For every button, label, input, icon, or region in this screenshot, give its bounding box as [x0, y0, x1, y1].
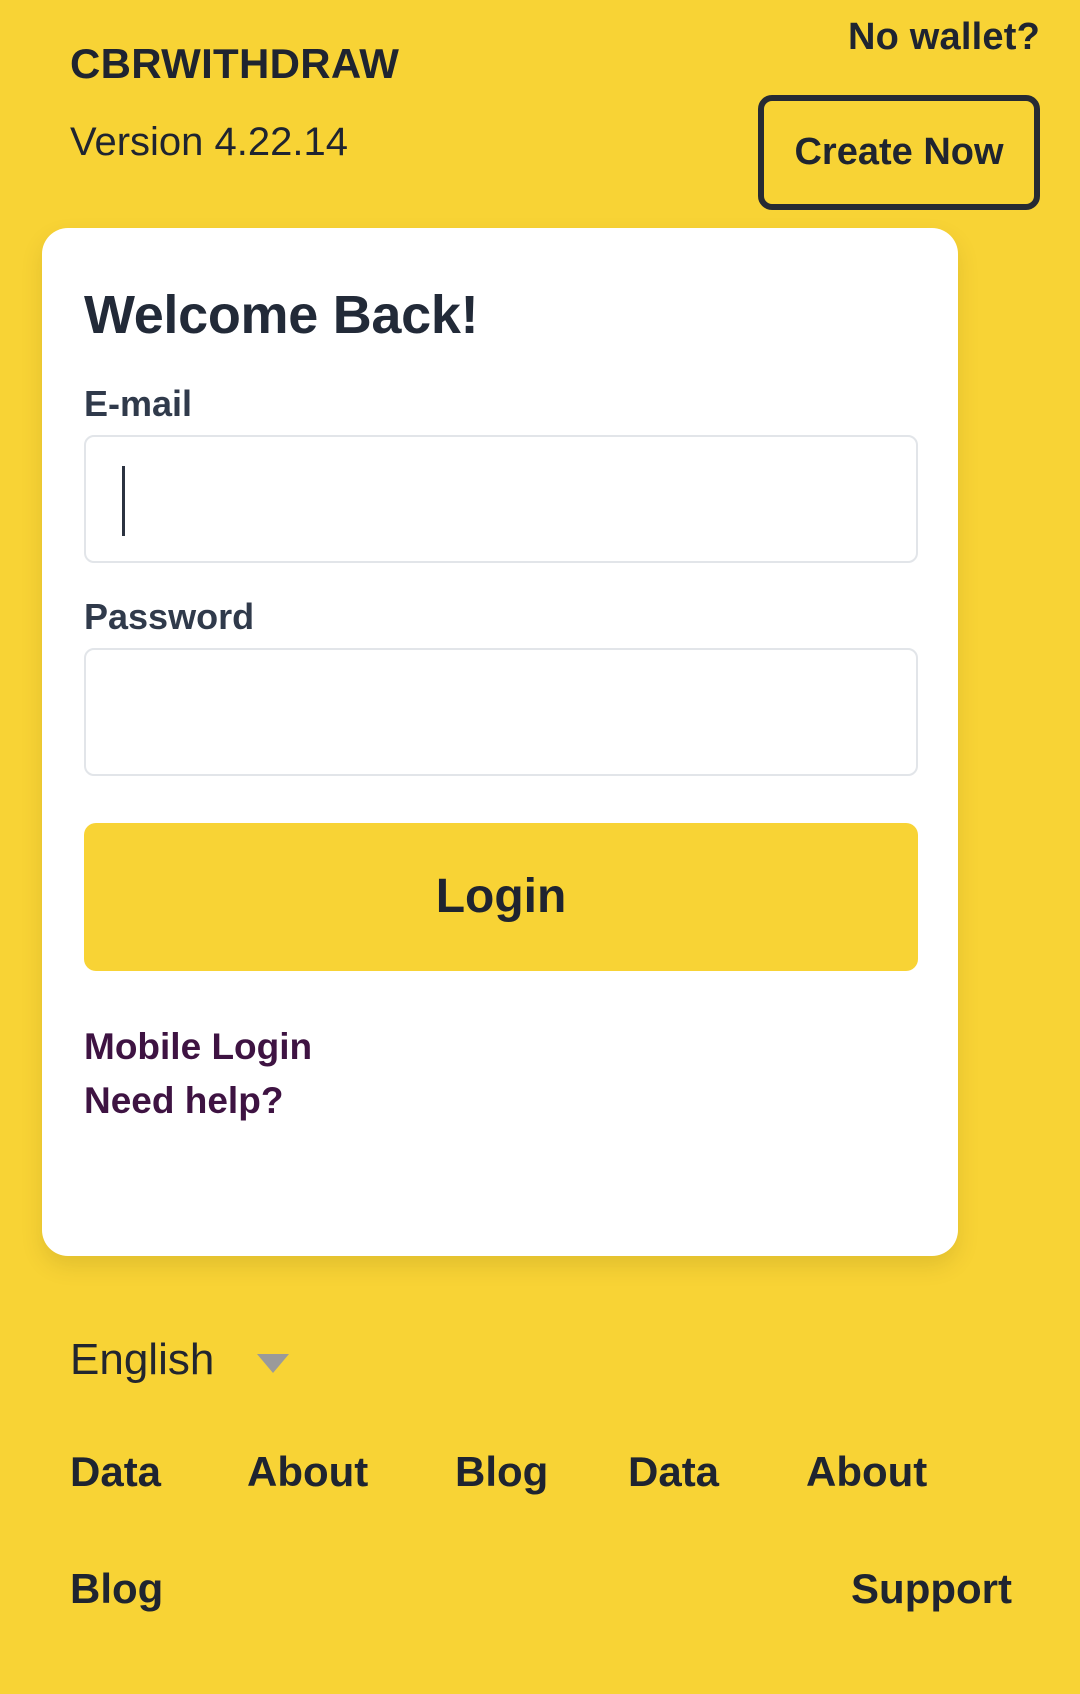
password-field-label: Password	[84, 596, 255, 637]
need-help-link[interactable]: Need help?	[84, 1080, 283, 1122]
brand-block: CBRWITHDRAW Version 4.22.14	[70, 36, 399, 170]
welcome-heading: Welcome Back!	[84, 285, 479, 345]
email-input[interactable]	[84, 435, 918, 563]
password-input[interactable]	[84, 648, 918, 776]
mobile-login-link[interactable]: Mobile Login	[84, 1026, 312, 1068]
app-title: CBRWITHDRAW	[70, 40, 400, 87]
text-caret	[122, 466, 125, 536]
footer-link-about-1[interactable]: About	[247, 1448, 368, 1496]
language-selector[interactable]: English	[70, 1332, 290, 1388]
wallet-prompt-block: No wallet? Create Now	[720, 10, 1040, 210]
footer-link-about-2[interactable]: About	[806, 1448, 927, 1496]
footer-link-data-1[interactable]: Data	[70, 1448, 161, 1496]
footer-link-support[interactable]: Support	[851, 1565, 1012, 1613]
no-wallet-label: No wallet?	[847, 16, 1040, 58]
footer-link-blog-2[interactable]: Blog	[70, 1565, 163, 1613]
language-selector-value: English	[70, 1335, 215, 1384]
chevron-down-icon	[257, 1353, 290, 1373]
email-field-label: E-mail	[84, 383, 193, 424]
login-card: Welcome Back! E-mail Password Login Mobi…	[42, 228, 958, 1256]
login-button[interactable]: Login	[84, 823, 918, 971]
footer-link-blog-1[interactable]: Blog	[455, 1448, 548, 1496]
footer-link-data-2[interactable]: Data	[628, 1448, 719, 1496]
page-header: CBRWITHDRAW Version 4.22.14 No wallet? C…	[0, 0, 1080, 228]
app-version-label: Version 4.22.14	[70, 120, 348, 164]
create-now-button[interactable]: Create Now	[758, 95, 1040, 210]
